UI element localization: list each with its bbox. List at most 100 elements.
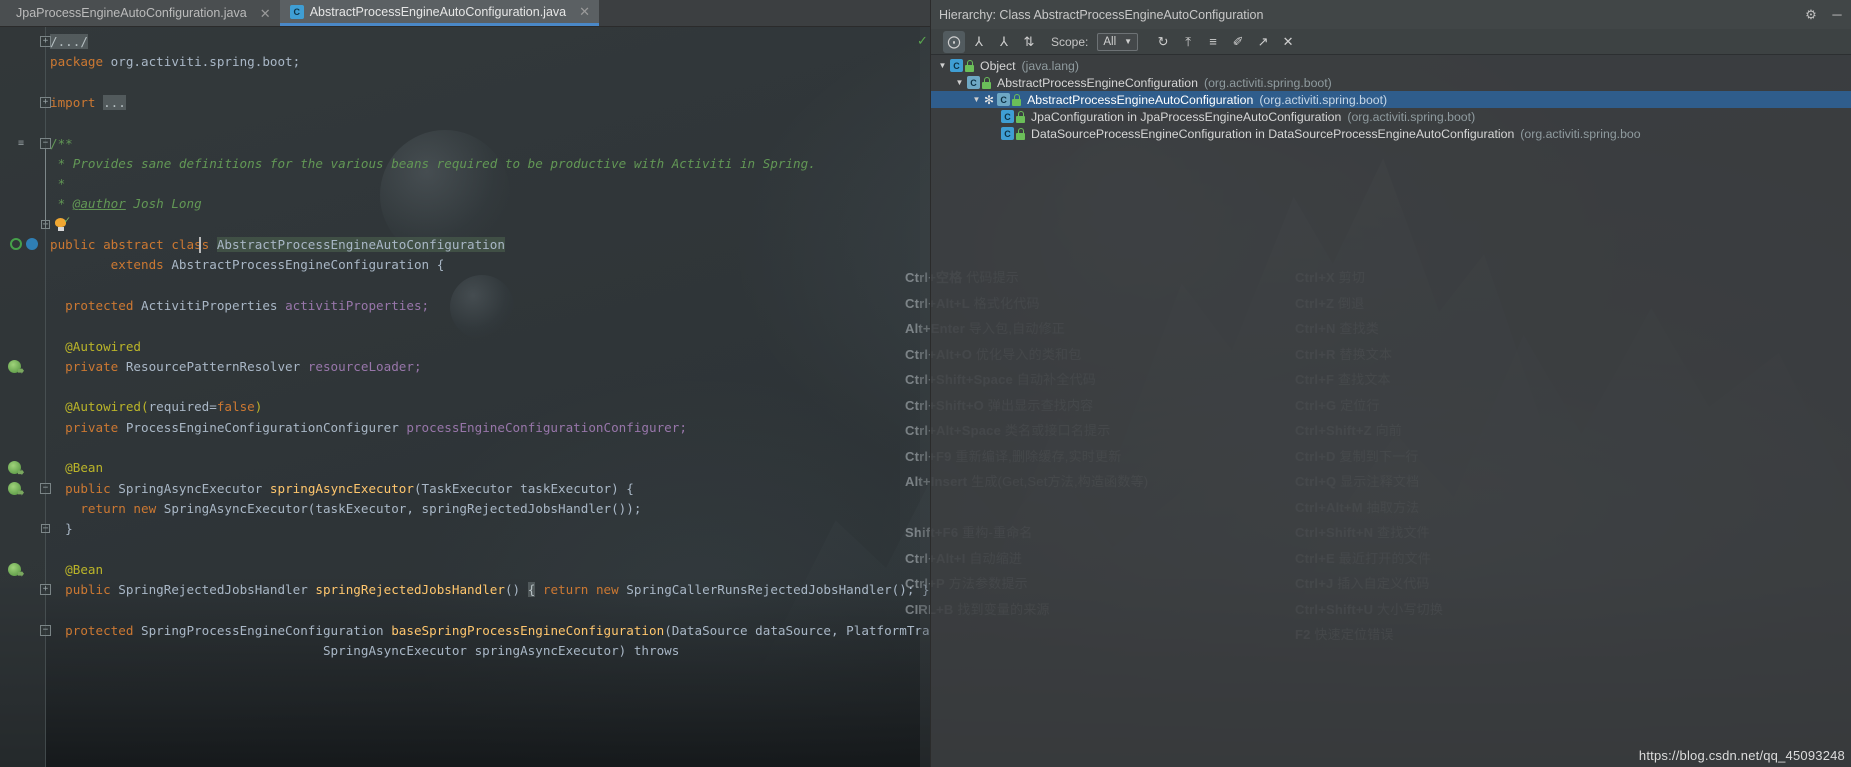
code-token: return new <box>50 500 164 516</box>
code-line[interactable]: return new SpringAsyncExecutor(taskExecu… <box>0 499 930 519</box>
code-line[interactable]: import ... <box>0 93 930 113</box>
editor-tab[interactable]: C AbstractProcessEngineAutoConfiguration.… <box>279 0 600 26</box>
code-token: * <box>50 176 66 192</box>
code-token: * <box>50 196 73 212</box>
code-line[interactable] <box>0 276 930 296</box>
code-line[interactable]: @Bean <box>0 560 930 580</box>
overridden-method-gutter-icon[interactable] <box>26 238 38 250</box>
code-editor[interactable]: /.../+ package org.activiti.spring.boot; i… <box>0 27 930 767</box>
code-line[interactable] <box>0 438 930 458</box>
refresh-icon[interactable]: ↻ <box>1152 31 1174 53</box>
code-token: package <box>50 54 111 70</box>
code-line[interactable]: public abstract class AbstractProcessEng… <box>0 235 930 255</box>
fold-expand-icon[interactable]: + <box>40 584 51 596</box>
code-token: baseSpringProcessEngineConfiguration <box>391 622 665 638</box>
code-line[interactable]: /.../ <box>0 32 930 52</box>
code-token: } <box>50 521 73 537</box>
settings-gear-icon[interactable]: ⚙ <box>1803 7 1819 23</box>
java-class-icon: C <box>967 76 980 89</box>
fold-collapse-icon[interactable]: − <box>40 624 51 636</box>
chevron-down-icon[interactable]: ▼ <box>971 94 982 105</box>
code-line[interactable]: * @author Josh Long <box>0 194 930 214</box>
open-in-new-window-icon[interactable]: ↗ <box>1252 31 1274 53</box>
code-line[interactable] <box>0 377 930 397</box>
code-line[interactable]: public SpringRejectedJobsHandler springR… <box>0 580 930 600</box>
hierarchy-title: Hierarchy: Class AbstractProcessEngineAu… <box>939 7 1264 22</box>
scope-dropdown[interactable]: All ▼ <box>1097 32 1139 51</box>
spring-bean-gutter-icon[interactable] <box>8 461 21 475</box>
code-line[interactable]: public SpringAsyncExecutor springAsyncEx… <box>0 479 930 499</box>
hierarchy-tree[interactable]: ▼ C Object (java.lang) ▼ C AbstractProcessEngi… <box>931 55 1851 142</box>
fold-end-icon[interactable]: − <box>41 524 50 534</box>
code-line[interactable] <box>0 540 930 560</box>
chevron-down-icon[interactable]: ▼ <box>954 77 965 88</box>
code-token: AbstractProcessEngineAutoConfiguration <box>216 237 505 252</box>
spring-bean-gutter-icon[interactable] <box>8 562 21 576</box>
code-line[interactable]: /** <box>0 134 930 154</box>
code-token: SpringAsyncExecutor(taskExecutor, spring… <box>163 500 642 516</box>
code-line[interactable]: private ResourcePatternResolver resource… <box>0 357 930 377</box>
implemented-by-gutter-icon[interactable] <box>10 238 22 250</box>
hierarchy-tree-row[interactable]: ▼ ✻ C AbstractProcessEngineAutoConfiguratio… <box>931 91 1851 108</box>
code-line[interactable]: * <box>0 174 930 194</box>
spring-bean-gutter-icon[interactable] <box>8 481 21 495</box>
fold-expand-icon[interactable]: + <box>40 36 51 47</box>
code-content[interactable]: /.../+ package org.activiti.spring.boot; i… <box>0 27 930 767</box>
code-token: false <box>216 399 255 415</box>
public-visibility-icon <box>964 59 975 72</box>
code-line[interactable]: package org.activiti.spring.boot; <box>0 52 930 72</box>
hierarchy-package-name: (org.activiti.spring.boot) <box>1347 109 1476 124</box>
minimize-icon[interactable]: ─ <box>1829 7 1845 23</box>
code-line[interactable]: SpringAsyncExecutor springAsyncExecutor)… <box>0 641 930 661</box>
hierarchy-tree-row[interactable]: C JpaConfiguration in JpaProcessEngineAut… <box>931 108 1851 125</box>
tab-close-icon[interactable]: ✕ <box>578 5 591 18</box>
export-to-text-icon[interactable]: ⤒ <box>1177 31 1199 53</box>
code-line[interactable]: @Autowired(required=false) <box>0 397 930 417</box>
code-line[interactable] <box>0 113 930 133</box>
editor-tab[interactable]: CJpaProcessEngineAutoConfiguration.java✕ <box>0 0 280 26</box>
code-line[interactable]: protected ActivitiProperties activitiPro… <box>0 296 930 316</box>
hierarchy-tree-row[interactable]: ▼ C Object (java.lang) <box>931 57 1851 74</box>
hierarchy-tree-row[interactable]: C DataSourceProcessEngineConfiguration in… <box>931 125 1851 142</box>
hierarchy-class-name: AbstractProcessEngineAutoConfiguration <box>1027 92 1254 107</box>
tab-close-icon[interactable]: ✕ <box>259 7 272 20</box>
code-line[interactable]: @Autowired <box>0 337 930 357</box>
hierarchy-tree-row[interactable]: ▼ C AbstractProcessEngineConfiguration (org… <box>931 74 1851 91</box>
code-token: AbstractProcessEngineConfiguration { <box>171 257 445 273</box>
code-line[interactable] <box>0 215 930 235</box>
code-token: SpringAsyncExecutor springAsyncExecutor)… <box>50 643 680 658</box>
spring-bean-gutter-icon[interactable] <box>8 359 21 373</box>
editor-tab-bar: C JpaProcessEngineAutoConfiguration.java ✕… <box>0 0 930 27</box>
code-line[interactable]: } <box>0 519 930 539</box>
code-token: public <box>50 582 119 598</box>
pin-tab-icon[interactable]: ✐ <box>1227 31 1249 53</box>
java-class-icon: C <box>997 93 1011 106</box>
code-line[interactable]: extends AbstractProcessEngineConfigurati… <box>0 255 930 275</box>
hierarchy-package-name: (org.activiti.spring.boot) <box>1259 92 1388 107</box>
intention-bulb-icon[interactable]: ✓ <box>55 215 70 231</box>
chevron-down-icon[interactable]: ▼ <box>937 60 948 71</box>
code-line[interactable]: * Provides sane definitions for the vari… <box>0 154 930 174</box>
editor-tab-label: JpaProcessEngineAutoConfiguration.java <box>16 6 247 20</box>
sort-alphabetically-icon[interactable]: ⇅ <box>1018 31 1040 53</box>
fold-expand-icon[interactable]: − <box>40 482 51 494</box>
code-token: springRejectedJobsHandler <box>315 582 505 598</box>
code-token: SpringRejectedJobsHandler <box>118 582 316 598</box>
code-line[interactable] <box>0 316 930 336</box>
supertypes-hierarchy-icon[interactable]: ⅄ <box>968 31 990 53</box>
code-line[interactable] <box>0 73 930 93</box>
code-line[interactable]: private ProcessEngineConfigurationConfig… <box>0 418 930 438</box>
fold-expand-icon[interactable]: + <box>40 96 51 108</box>
code-line[interactable] <box>0 600 930 620</box>
code-line[interactable]: @Bean <box>0 458 930 478</box>
close-icon[interactable]: ✕ <box>1277 31 1299 53</box>
subtypes-hierarchy-icon[interactable]: ⅄ <box>993 31 1015 53</box>
code-token: org.activiti.spring.boot; <box>110 54 301 70</box>
type-hierarchy-icon[interactable]: ⨀ <box>943 30 965 53</box>
code-token: @Autowired( <box>50 399 149 415</box>
editor-marker-strip[interactable] <box>920 27 930 767</box>
code-line[interactable]: protected SpringProcessEngineConfigurati… <box>0 621 930 641</box>
expand-all-icon[interactable]: ≡ <box>1202 31 1224 53</box>
code-token: ActivitiProperties <box>141 297 286 313</box>
